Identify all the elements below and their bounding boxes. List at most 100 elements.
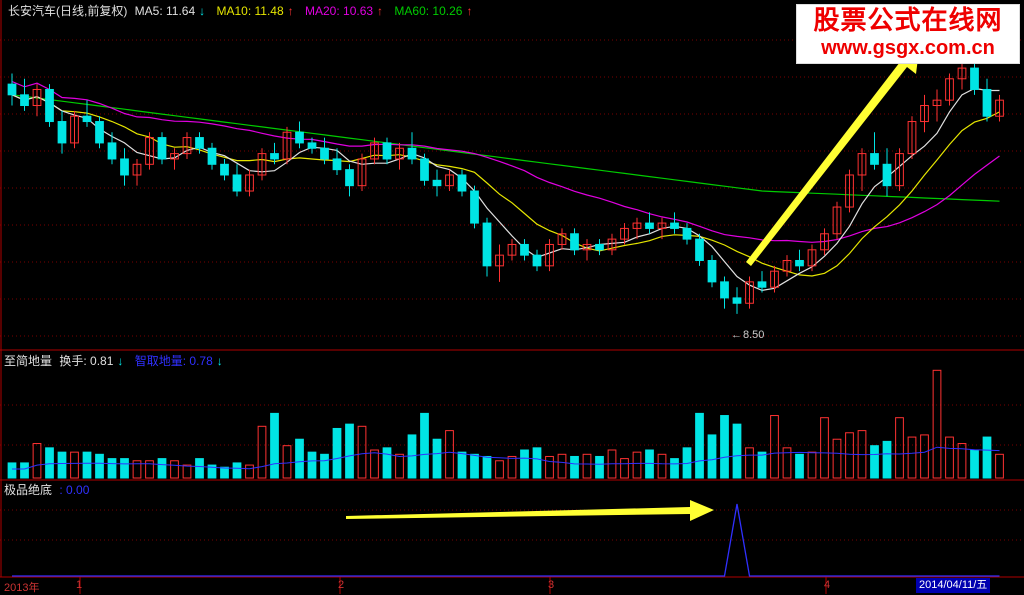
candle (57, 110, 67, 154)
ma5-line (11, 87, 1000, 292)
candles (7, 52, 1004, 314)
volume-bar (745, 447, 754, 479)
ma20-path (11, 80, 1000, 243)
volume-bar (257, 425, 267, 479)
candle (407, 132, 417, 165)
volume-bar (820, 417, 829, 479)
volume-bar (807, 451, 817, 479)
ma5-path (11, 87, 1000, 292)
candle-body (720, 281, 729, 299)
candle-body (120, 158, 129, 176)
ma60-label: MA60: 10.26 ↑ (394, 4, 473, 18)
candle-body (732, 297, 742, 304)
volume-bar (982, 436, 992, 479)
low-price-arrow: ← (731, 329, 742, 341)
volume-bar (645, 449, 654, 479)
candle (595, 239, 604, 256)
candle (732, 287, 742, 314)
volume-bar (557, 453, 567, 479)
volume-bar (545, 455, 554, 479)
candle-body (682, 227, 692, 240)
candle (470, 185, 479, 229)
volume-bar (220, 466, 229, 479)
candle (570, 228, 579, 256)
volume-bar (320, 453, 329, 479)
candle-body (157, 137, 167, 160)
axis-tick-4: 4 (824, 579, 831, 591)
candle (670, 212, 679, 234)
volume-bar (532, 447, 542, 479)
candle-body (82, 115, 92, 123)
indicator-name: 极品绝底 (4, 483, 53, 497)
candle (395, 142, 404, 170)
volume-bar (270, 412, 279, 479)
volume-bar (382, 447, 392, 479)
candle (920, 94, 929, 133)
volume-bar (995, 453, 1004, 479)
volume-bar (370, 449, 379, 479)
axis-tick-2: 2 (338, 579, 345, 591)
candle (282, 126, 292, 165)
candle-body (982, 88, 992, 117)
ma10-label: MA10: 11.48 ↑ (216, 4, 294, 18)
candle (95, 116, 104, 149)
candle-body (332, 158, 342, 171)
ma10-path (11, 94, 1000, 277)
candle (295, 121, 304, 149)
candle (207, 142, 217, 170)
candle-body (757, 281, 767, 288)
volume-bar (770, 415, 779, 479)
volume-bar (757, 451, 767, 479)
candle (257, 148, 267, 181)
volume-bar (570, 455, 579, 479)
volume-bar (157, 458, 167, 479)
watermark-title: 股票公式在线网 (813, 6, 1003, 36)
volume-bar (282, 445, 292, 479)
volume-indicator-name: 至简地量 (4, 354, 53, 368)
volume-bar (695, 412, 704, 479)
volume-bar (445, 430, 454, 479)
candle-body (407, 147, 417, 160)
indicator-value: : 0.00 (59, 483, 90, 497)
candle-body (970, 67, 979, 90)
candle (432, 169, 442, 197)
volume-bar (870, 445, 879, 479)
candle (507, 239, 517, 261)
candle-body (195, 137, 204, 149)
candle-body (107, 142, 117, 160)
volume-bar (245, 464, 254, 479)
candle (520, 239, 529, 261)
candle (170, 148, 179, 170)
ma20-label: MA20: 10.63 ↑ (305, 4, 384, 18)
candle (645, 212, 654, 234)
candle (745, 276, 754, 309)
candle (482, 217, 492, 277)
ma20-line (11, 80, 1000, 243)
volume-bar (470, 453, 479, 479)
volume-bar (632, 451, 642, 479)
volume-bar (657, 453, 667, 479)
candle-body (470, 190, 479, 224)
candle (782, 255, 792, 277)
candle-body (57, 121, 67, 144)
watermark-url: www.gsgx.com.cn (821, 37, 995, 59)
volume-bar (845, 432, 854, 479)
candle (995, 94, 1004, 122)
volume-bar (7, 462, 17, 479)
candle-body (795, 259, 804, 267)
candle-body (295, 131, 304, 144)
volume-bar (882, 440, 892, 479)
volume-bar (720, 415, 729, 479)
volume-bar (32, 443, 42, 479)
ma5-label: MA5: 11.64 ↓ (134, 4, 206, 18)
candle-body (220, 163, 229, 176)
candle (457, 169, 467, 197)
volume-bars (7, 369, 1004, 479)
volume-bar (70, 451, 79, 479)
volume-bar (307, 451, 317, 479)
volume-bar (945, 436, 954, 479)
volume-bar (795, 453, 804, 479)
smart-volume-label: 智取地量: 0.78 ↓ (134, 354, 223, 368)
candle-body (232, 174, 242, 192)
volume-bar (495, 460, 504, 479)
